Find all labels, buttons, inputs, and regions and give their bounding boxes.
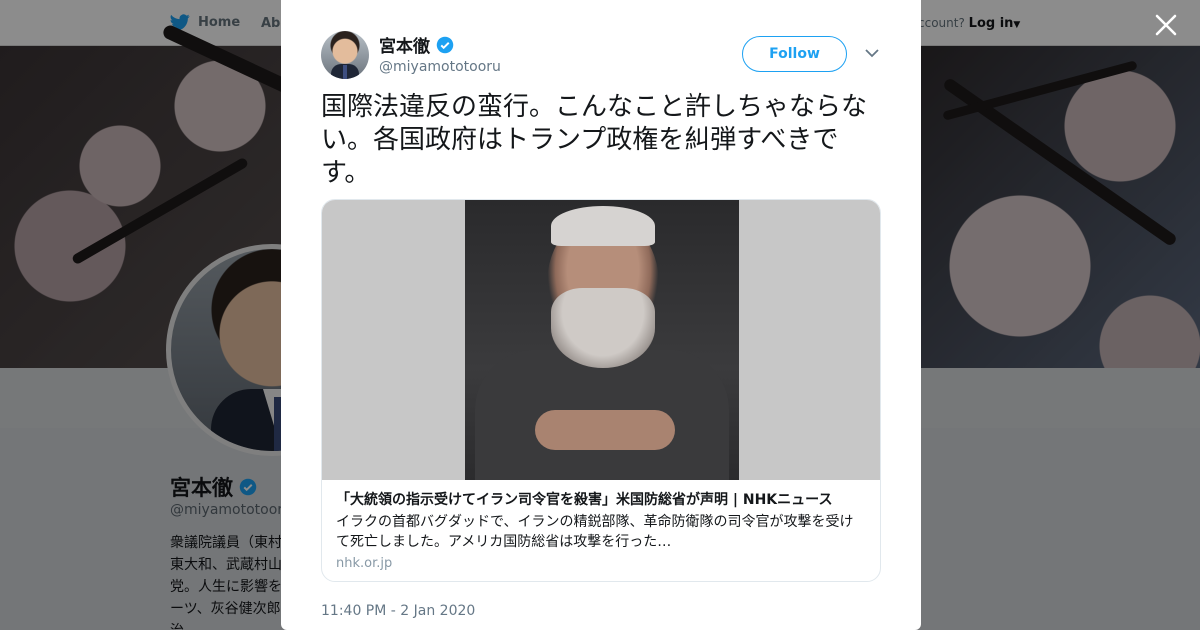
card-description: イラクの首都バグダッドで、イランの精鋭部隊、革命防衛隊の司令官が攻撃を受けて死亡… — [336, 514, 854, 550]
verified-badge-icon — [436, 36, 454, 53]
card-domain: nhk.or.jp — [336, 556, 393, 571]
card-photo — [465, 200, 739, 480]
card-title: 「大統領の指示受けてイラン司令官を殺害」米国防総省が声明 | NHKニュース — [336, 492, 833, 508]
follow-button[interactable]: Follow — [742, 36, 847, 72]
tweet-modal: 宮本徹 @miyamototooru Follow 国際法違反の蛮行。こんなこと… — [281, 0, 921, 630]
author-name-text: 宮本徹 — [379, 37, 430, 57]
tweet-text: 国際法違反の蛮行。こんなこと許しちゃならない。各国政府はトランプ政権を糾弾すべき… — [321, 92, 868, 188]
close-icon[interactable] — [1153, 12, 1179, 38]
tweet-timestamp[interactable]: 11:40 PM - 2 Jan 2020 — [321, 603, 475, 619]
link-card[interactable]: 「大統領の指示受けてイラン司令官を殺害」米国防総省が声明 | NHKニュース イ… — [321, 199, 881, 582]
chevron-down-icon[interactable] — [865, 48, 879, 58]
author-avatar[interactable] — [321, 31, 369, 79]
author-handle[interactable]: @miyamototooru — [379, 59, 501, 75]
card-body: 「大統領の指示受けてイラン司令官を殺害」米国防総省が声明 | NHKニュース イ… — [336, 490, 866, 571]
author-name[interactable]: 宮本徹 — [379, 32, 454, 57]
card-image — [322, 200, 880, 480]
